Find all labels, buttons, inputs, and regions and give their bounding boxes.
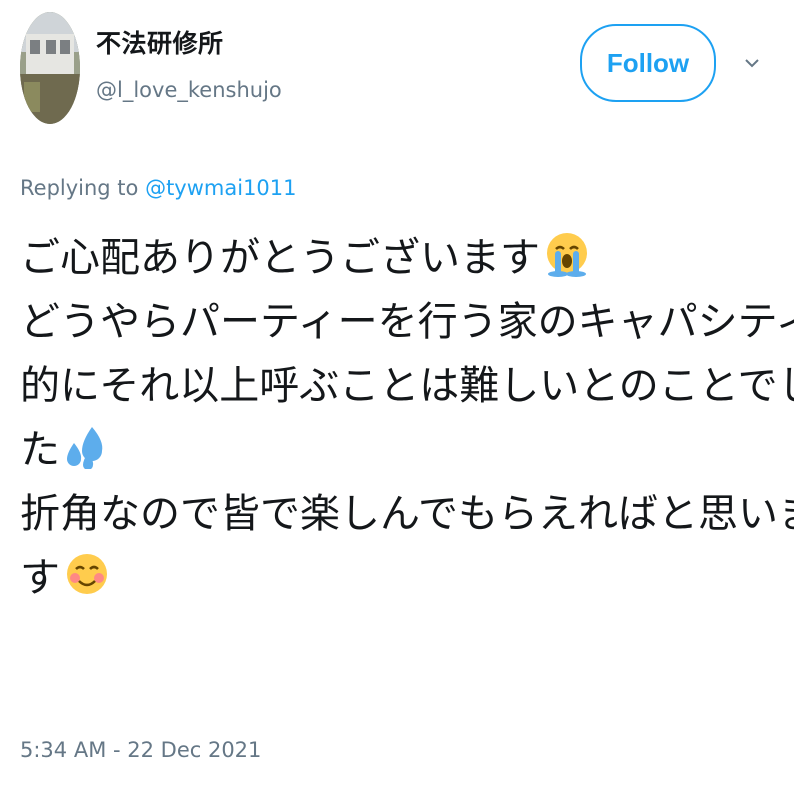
tweet-line-text: す xyxy=(20,555,60,601)
avatar-image xyxy=(20,12,80,124)
avatar[interactable] xyxy=(20,12,80,124)
tweet-line: どうやらパーティーを行う家のキャパシティ xyxy=(20,299,794,345)
tweet-line: 的にそれ以上呼ぶことは難しいとのことでし xyxy=(20,363,794,409)
replying-to: Replying to @tywmai1011 xyxy=(20,176,297,200)
tweet-line: た xyxy=(20,418,764,482)
tweet-line-text: た xyxy=(20,427,60,473)
tweet-timestamp[interactable]: 5:34 AM - 22 Dec 2021 xyxy=(20,738,261,762)
tweet-line-text: ご心配ありがとうございます xyxy=(20,235,540,281)
chevron-down-icon[interactable] xyxy=(743,54,761,72)
sweat-droplets-emoji xyxy=(67,427,103,469)
replying-prefix: Replying to xyxy=(20,176,146,200)
display-name[interactable]: 不法研修所 xyxy=(96,24,224,60)
smiling-face-emoji xyxy=(67,554,107,594)
user-handle[interactable]: @l_love_kenshujo xyxy=(96,78,282,102)
reply-target-link[interactable]: @tywmai1011 xyxy=(145,176,296,200)
tweet-line: ご心配ありがとうございます xyxy=(20,226,764,290)
tweet-line: す xyxy=(20,546,764,610)
follow-button[interactable]: Follow xyxy=(580,24,716,102)
tweet-text: ご心配ありがとうございます どうやらパーティーを行う家のキャパシティ 的にそれ以… xyxy=(20,226,794,610)
tweet-line: 折角なので皆で楽しんでもらえればと思いま xyxy=(20,491,794,537)
loudly-crying-face-emoji xyxy=(547,233,587,277)
